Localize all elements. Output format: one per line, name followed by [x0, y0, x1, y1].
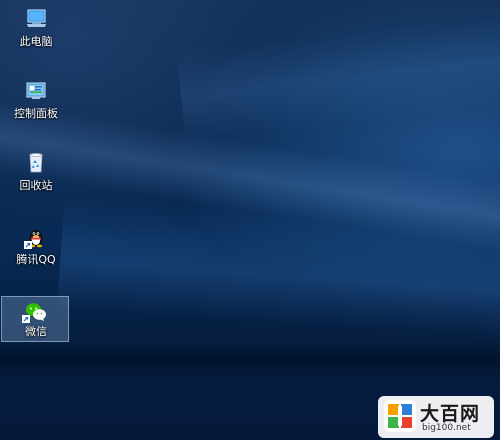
desktop-icon-control-panel[interactable]: 控制面板 [1, 78, 69, 124]
watermark-url: big100.net [422, 423, 471, 433]
wallpaper-shadow-band [0, 340, 500, 380]
desktop-icon-label: 此电脑 [19, 35, 53, 48]
desktop[interactable]: 此电脑 控制面板 回收站 腾讯QQ 微信 大百网 big100.net [0, 0, 500, 440]
watermark-title: 大百网 [420, 403, 481, 425]
site-watermark: 大百网 big100.net [374, 392, 500, 440]
desktop-icon-qq[interactable]: 腾讯QQ [1, 224, 69, 270]
control-panel-icon [26, 82, 46, 99]
desktop-icon-label: 腾讯QQ [16, 253, 56, 266]
shortcut-arrow-icon [22, 315, 30, 323]
computer-icon [27, 9, 46, 27]
desktop-icon-recycle-bin[interactable]: 回收站 [1, 150, 69, 196]
desktop-icon-label: 微信 [25, 325, 47, 338]
desktop-icon-label: 控制面板 [14, 107, 58, 120]
wallpaper-light-beam [0, 93, 500, 273]
wallpaper-light-beam [56, 199, 500, 351]
wallpaper-light-beam [176, 9, 500, 141]
recycle-bin-icon [29, 153, 43, 173]
desktop-icon-wechat[interactable]: 微信 [1, 296, 69, 342]
shortcut-arrow-icon [24, 241, 32, 249]
desktop-icon-this-pc[interactable]: 此电脑 [1, 6, 69, 52]
desktop-icon-label: 回收站 [19, 179, 53, 192]
watermark-logo-icon [384, 400, 416, 432]
